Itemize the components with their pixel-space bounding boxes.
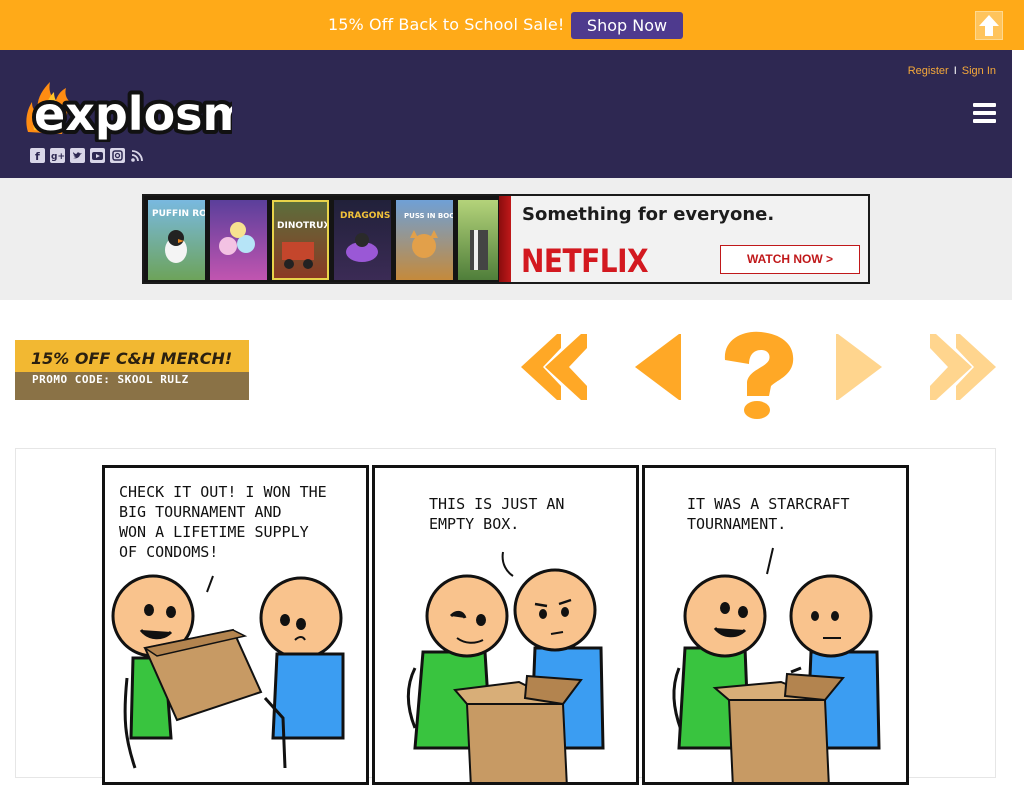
arrow-up-icon (979, 15, 999, 36)
auth-links: Register I Sign In (908, 65, 996, 77)
scroll-top-button[interactable] (975, 11, 1003, 40)
svg-text:PUSS IN BOOTS: PUSS IN BOOTS (404, 212, 453, 220)
ad-posters: PUFFIN ROCK DINOTRUX DRAGONS PUSS IN BOO… (144, 196, 510, 282)
comic-panel-3: IT WAS A STARCRAFT TOURNAMENT. (642, 465, 909, 785)
merch-promo-banner[interactable]: 15% OFF C&H MERCH! PROMO CODE: SKOOL RUL… (15, 340, 249, 400)
random-comic-icon[interactable] (721, 330, 797, 422)
auth-separator: I (953, 65, 957, 77)
google-plus-icon[interactable]: g+ (50, 148, 65, 163)
instagram-icon[interactable] (110, 148, 125, 163)
ad-poster: PUFFIN ROCK (148, 200, 221, 280)
first-comic-icon[interactable] (519, 330, 591, 402)
netflix-logo: NETFLIX (521, 242, 649, 280)
ad-poster (458, 200, 498, 280)
youtube-icon[interactable] (90, 148, 105, 163)
promo-bar: 15% Off Back to School Sale! Shop Now (0, 0, 1024, 50)
watch-now-button[interactable]: WATCH NOW > (720, 245, 860, 274)
svg-text:DINOTRUX: DINOTRUX (277, 221, 327, 231)
comic-panel-2: THIS IS JUST AN EMPTY BOX. (372, 465, 639, 785)
explosm-logo[interactable]: explosm explosm (22, 72, 254, 145)
promo-text: 15% Off Back to School Sale! (328, 15, 565, 34)
svg-text:g+: g+ (51, 152, 65, 162)
netflix-ad[interactable]: PUFFIN ROCK DINOTRUX DRAGONS PUSS IN BOO… (142, 194, 870, 284)
merch-headline: 15% OFF C&H MERCH! (31, 349, 233, 368)
social-links: f g+ (30, 148, 145, 164)
sign-in-link[interactable]: Sign In (962, 65, 996, 77)
svg-text:DRAGONS: DRAGONS (340, 211, 390, 221)
site-header: explosm explosm f g+ Register I Sign In (0, 50, 1012, 178)
merch-promo-code: PROMO CODE: SKOOL RULZ (32, 373, 189, 386)
logo-graphic: explosm explosm (26, 82, 254, 145)
comic-panel-1: CHECK IT OUT! I WON THE BIG TOURNAMENT A… (102, 465, 369, 785)
latest-comic-icon[interactable] (926, 330, 998, 402)
panel-3-art (672, 547, 881, 782)
rss-icon[interactable] (130, 148, 145, 163)
svg-text:explosm: explosm (34, 87, 232, 141)
facebook-icon[interactable]: f (30, 148, 45, 163)
shop-now-button[interactable]: Shop Now (571, 12, 683, 39)
ad-poster (210, 200, 267, 280)
panel-1-art (111, 574, 345, 769)
ad-headline: Something for everyone. (522, 204, 775, 225)
hamburger-menu-icon[interactable] (973, 103, 996, 123)
ad-poster: DINOTRUX (272, 200, 330, 280)
ad-poster: PUSS IN BOOTS (396, 200, 465, 280)
previous-comic-icon[interactable] (633, 330, 683, 402)
svg-text:PUFFIN ROCK: PUFFIN ROCK (152, 209, 205, 219)
register-link[interactable]: Register (908, 65, 949, 77)
twitter-icon[interactable] (70, 148, 85, 163)
comic-container: CHECK IT OUT! I WON THE BIG TOURNAMENT A… (15, 448, 996, 785)
ad-strip: PUFFIN ROCK DINOTRUX DRAGONS PUSS IN BOO… (0, 178, 1012, 300)
ad-red-divider (499, 196, 511, 282)
svg-text:f: f (35, 150, 40, 163)
panel-2-art (406, 551, 605, 782)
ad-poster: DRAGONS (334, 200, 391, 280)
next-comic-icon[interactable] (834, 330, 884, 402)
